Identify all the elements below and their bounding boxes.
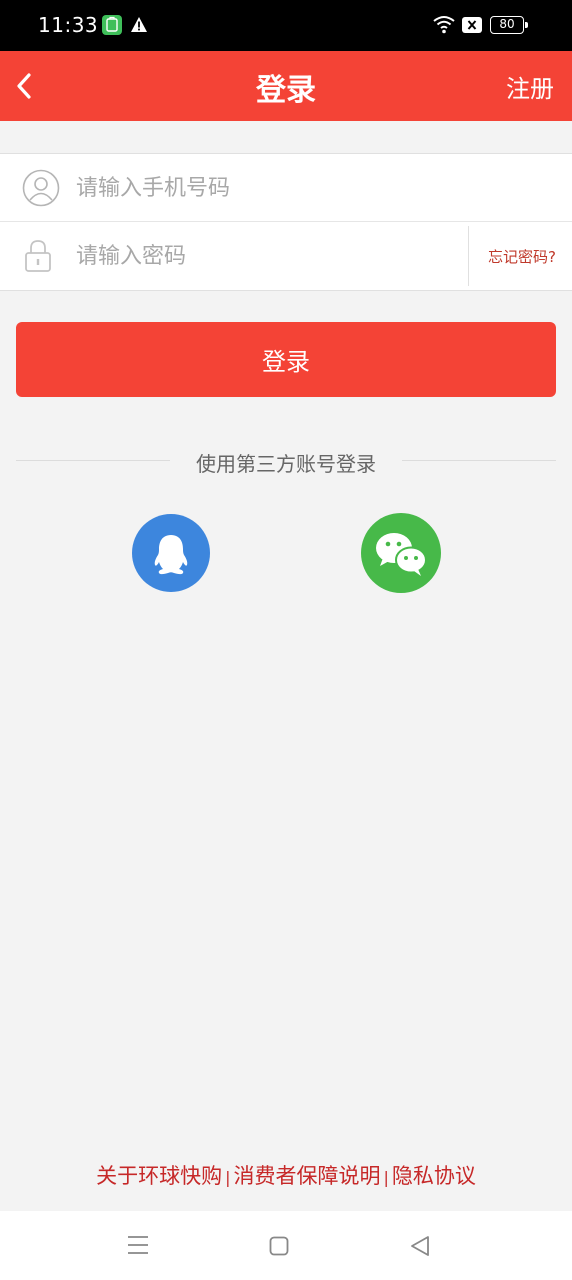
login-form: 忘记密码? <box>0 153 572 291</box>
warning-icon <box>130 16 148 37</box>
battery-icon: 80 <box>490 16 528 34</box>
login-button[interactable]: 登录 <box>16 322 556 397</box>
footer-separator: | <box>225 1168 231 1187</box>
privacy-link[interactable]: 隐私协议 <box>392 1164 476 1188</box>
forgot-divider <box>468 226 469 286</box>
close-box-icon <box>462 17 482 33</box>
register-link[interactable]: 注册 <box>506 69 554 104</box>
home-icon[interactable] <box>269 1236 289 1260</box>
app-header: 登录 注册 <box>0 51 572 121</box>
lock-icon <box>24 239 52 277</box>
back-icon[interactable] <box>409 1235 431 1261</box>
forgot-password-link[interactable]: 忘记密码? <box>472 246 572 267</box>
app-icon <box>102 15 122 35</box>
password-row: 忘记密码? <box>0 222 572 290</box>
user-icon <box>22 169 60 211</box>
wifi-icon <box>432 14 456 38</box>
qq-login-button[interactable] <box>132 514 210 592</box>
divider-left <box>16 460 170 461</box>
divider-right <box>402 460 556 461</box>
about-link[interactable]: 关于环球快购 <box>96 1164 222 1188</box>
status-bar: 11:33 80 <box>0 0 572 51</box>
menu-icon[interactable] <box>127 1235 149 1259</box>
system-nav-bar <box>0 1211 572 1280</box>
password-input[interactable] <box>76 236 446 276</box>
footer-links: 关于环球快购 | 消费者保障说明 | 隐私协议 <box>0 1160 572 1190</box>
third-party-label: 使用第三方账号登录 <box>196 452 376 476</box>
phone-row <box>0 154 572 222</box>
wechat-login-button[interactable] <box>361 513 441 593</box>
page-title: 登录 <box>256 73 316 108</box>
footer-separator: | <box>383 1168 389 1187</box>
consumer-protection-link[interactable]: 消费者保障说明 <box>234 1164 381 1188</box>
phone-input[interactable] <box>76 168 446 208</box>
status-time: 11:33 <box>38 13 99 37</box>
